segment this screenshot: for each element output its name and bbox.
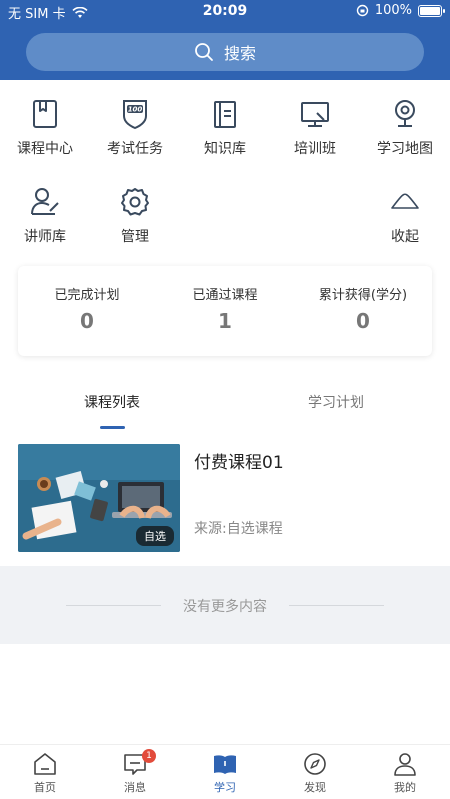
menu-label: 考试任务: [107, 141, 163, 157]
training-monitor-icon: [301, 102, 329, 127]
tabbar-messages[interactable]: 1 消息: [90, 749, 180, 795]
tab-underline: [100, 426, 125, 429]
stat-total-credits[interactable]: 累计获得(学分) 0: [294, 266, 432, 356]
map-pin-icon: [395, 100, 415, 127]
stat-passed-courses[interactable]: 已通过课程 1: [156, 266, 294, 356]
tabbar-label: 首页: [34, 781, 56, 794]
stats-card: 已完成计划 0 已通过课程 1 累计获得(学分) 0: [18, 266, 432, 356]
menu-label: 讲师库: [24, 229, 66, 245]
search-label: 搜索: [223, 44, 256, 63]
tabbar-label: 发现: [304, 781, 326, 794]
gear-icon: [121, 188, 149, 216]
menu-training-class[interactable]: 培训班: [270, 98, 360, 158]
bottom-tabbar: 首页 1 消息 学习 发现 我的: [0, 744, 450, 799]
search-icon: [195, 43, 213, 61]
stat-completed-plans[interactable]: 已完成计划 0: [18, 266, 156, 356]
knowledge-doc-icon: [214, 101, 236, 128]
compass-icon: [304, 753, 326, 775]
svg-text:100: 100: [128, 106, 143, 114]
header: 无 SIM 卡 20:09 100% 搜索: [0, 0, 450, 80]
tabbar-discover[interactable]: 发现: [270, 751, 360, 795]
menu-exam-task[interactable]: 100 考试任务: [90, 98, 180, 158]
menu-lecturer-library[interactable]: 讲师库: [0, 186, 90, 246]
course-badge: 自选: [136, 526, 174, 546]
tabbar-study[interactable]: 学习: [180, 751, 270, 795]
tabbar-label: 学习: [214, 781, 236, 794]
stat-value: 0: [80, 309, 94, 333]
menu-knowledge-base[interactable]: 知识库: [180, 98, 270, 158]
menu-label: 学习地图: [377, 141, 433, 157]
message-badge: 1: [142, 749, 156, 763]
orientation-lock-icon: [356, 4, 369, 17]
tabbar-label: 消息: [124, 781, 146, 794]
course-title: 付费课程01: [194, 453, 284, 473]
menu-label: 知识库: [204, 141, 246, 157]
menu-course-center[interactable]: 课程中心: [0, 98, 90, 158]
chevron-up-icon: [391, 193, 419, 209]
menu-management[interactable]: 管理: [90, 186, 180, 246]
menu-label: 课程中心: [17, 141, 73, 157]
course-thumbnail: 自选: [18, 444, 180, 552]
tabbar-home[interactable]: 首页: [0, 751, 90, 795]
exam-shield-icon: 100: [123, 100, 147, 130]
lecturer-icon: [31, 188, 59, 215]
divider-right: [289, 605, 384, 606]
course-item[interactable]: 自选 付费课程01 来源:自选课程: [18, 444, 432, 554]
profile-icon: [394, 753, 416, 776]
stat-title: 累计获得(学分): [318, 288, 408, 303]
menu-label: 培训班: [294, 141, 336, 157]
tabbar-profile[interactable]: 我的: [360, 751, 450, 795]
book-icon: [33, 100, 57, 128]
stat-title: 已完成计划: [54, 288, 120, 303]
menu-collapse[interactable]: 收起: [360, 186, 450, 246]
menu-learning-map[interactable]: 学习地图: [360, 98, 450, 158]
home-icon: [34, 753, 56, 775]
content-tabs: 课程列表 学习计划: [0, 380, 450, 430]
tab-learning-plan[interactable]: 学习计划: [308, 392, 364, 412]
stat-value: 1: [218, 309, 232, 333]
no-more-text: 没有更多内容: [183, 599, 267, 615]
tabbar-label: 我的: [394, 781, 416, 794]
search-bar[interactable]: 搜索: [26, 33, 424, 71]
menu-label: 收起: [391, 229, 419, 245]
no-more-content: 没有更多内容: [0, 566, 450, 644]
course-source: 来源:自选课程: [194, 521, 283, 537]
battery-icon: [418, 4, 445, 17]
stat-title: 已通过课程: [192, 288, 258, 303]
menu-label: 管理: [121, 229, 149, 245]
tab-course-list[interactable]: 课程列表: [84, 392, 140, 412]
battery-percent: 100%: [374, 3, 412, 18]
study-book-icon: [214, 755, 236, 774]
status-bar: 无 SIM 卡 20:09 100%: [0, 0, 450, 24]
stat-value: 0: [356, 309, 370, 333]
